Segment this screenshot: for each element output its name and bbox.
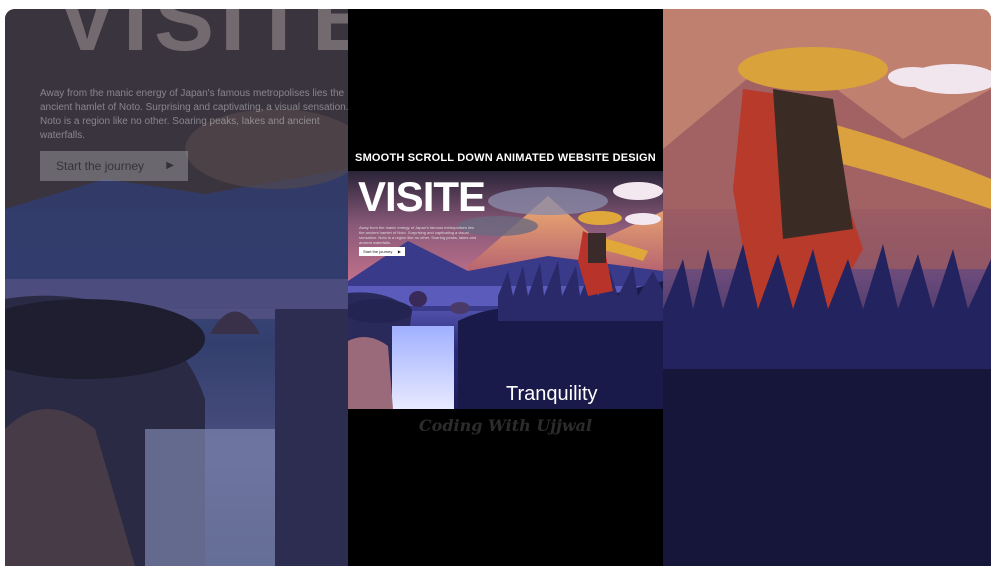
left-start-button: Start the journey ▶ bbox=[40, 151, 188, 181]
channel-caption: Coding With Ujjwal bbox=[418, 416, 593, 435]
preview-start-button: Start the journey ▶ bbox=[359, 247, 405, 256]
preview-start-button-label: Start the journey bbox=[363, 249, 393, 254]
center-panel: SMOOTH SCROLL DOWN ANIMATED WEBSITE DESI… bbox=[348, 9, 663, 566]
video-frame: VISITE Away from the manic energy of Jap… bbox=[5, 9, 991, 566]
right-scenery bbox=[663, 9, 991, 566]
left-start-button-label: Start the journey bbox=[56, 159, 145, 173]
preview-paragraph: Away from the manic energy of Japan's fa… bbox=[359, 225, 477, 245]
left-big-title: VISITE bbox=[57, 9, 348, 70]
video-heading: SMOOTH SCROLL DOWN ANIMATED WEBSITE DESI… bbox=[355, 152, 656, 164]
website-preview: VISITE Away from the manic energy of Jap… bbox=[348, 171, 663, 409]
right-blurred-preview bbox=[663, 9, 991, 566]
preview-tranquility-text: Tranquility bbox=[506, 383, 598, 405]
play-arrow-icon: ▶ bbox=[397, 249, 401, 254]
left-paragraph: Away from the manic energy of Japan's fa… bbox=[40, 88, 348, 141]
play-arrow-icon: ▶ bbox=[166, 160, 174, 171]
preview-title: VISITE bbox=[358, 173, 486, 220]
left-blurred-preview: VISITE Away from the manic energy of Jap… bbox=[5, 9, 348, 566]
